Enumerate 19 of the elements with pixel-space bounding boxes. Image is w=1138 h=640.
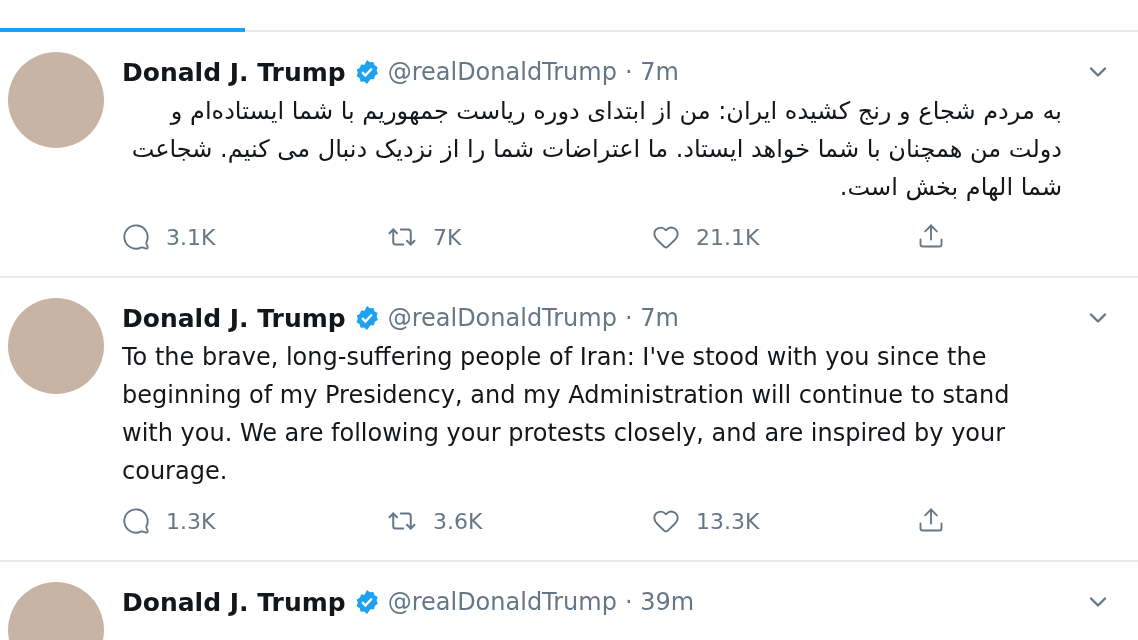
author-name[interactable]: Donald J. Trump: [122, 303, 346, 333]
author-handle[interactable]: @realDonaldTrump: [387, 588, 617, 616]
author-name[interactable]: Donald J. Trump: [122, 57, 346, 87]
author-handle[interactable]: @realDonaldTrump: [387, 304, 617, 332]
retweet-button[interactable]: 3.6K: [387, 506, 652, 536]
tweet-text: به مردم شجاع و رنج کشیده ایران: من از ابتدای دوره ریاست جمهوریم با شما ایستاده‌ام و دولت من همچنان با شما خواهد ایستاد. ما اعتراضات شما را از نزدیک دنبال می کنیم. شجاعت شما الهام بخش است.: [130, 96, 1063, 203]
reply-button[interactable]: 3.1K: [122, 222, 387, 252]
like-button[interactable]: 13.3K: [652, 506, 917, 536]
tweet-time[interactable]: · 7m: [624, 58, 679, 86]
tweet-time[interactable]: · 39m: [624, 588, 695, 616]
like-button[interactable]: 21.1K: [652, 222, 917, 252]
tweet-time[interactable]: · 7m: [624, 304, 679, 332]
reply-button[interactable]: 1.3K: [122, 506, 387, 536]
speech-bubble-icon: [122, 507, 150, 535]
retweet-button[interactable]: 7K: [387, 222, 652, 252]
author-handle[interactable]: @realDonaldTrump: [387, 58, 617, 86]
author-name[interactable]: Donald J. Trump: [122, 587, 346, 617]
speech-bubble-icon: [122, 223, 150, 251]
tweet-text: To the brave, long-suffering people of Iran: I've stood with you since the beginning of my Presidency, and my Administration will continue to stand with you. We are following your protests closely, and are inspired by your courage.: [122, 342, 1011, 487]
